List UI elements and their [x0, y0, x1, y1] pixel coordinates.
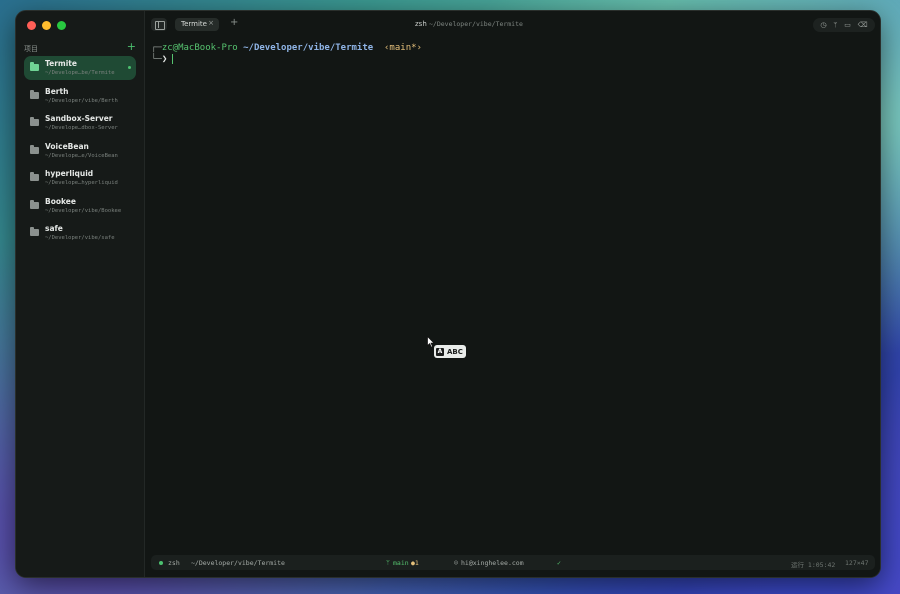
project-item-bookee[interactable]: Bookee ~/Developer/vibe/Bookee — [24, 194, 136, 218]
folder-icon — [30, 144, 39, 154]
projects-label: 项目 — [24, 45, 38, 53]
title-path: ~/Developer/vibe/Termite — [429, 20, 523, 28]
projects-header: 项目 + — [24, 40, 136, 55]
project-path: ~/Developer/vibe/safe — [45, 235, 115, 241]
tab-close-icon[interactable]: × — [208, 19, 214, 27]
folder-icon — [30, 89, 39, 99]
git-branch-icon: ᛘ — [386, 559, 390, 567]
status-bar: zsh ~/Developer/vibe/Termite ᛘ main ●1 ☺… — [151, 555, 875, 570]
text-cursor — [172, 54, 174, 64]
window-title: zsh ~/Developer/vibe/Termite — [415, 20, 523, 28]
session-status-dot — [159, 560, 163, 565]
status-user: hi@xinghelee.com — [461, 559, 524, 567]
project-path: ~/Develope…hyperliquid — [45, 180, 118, 186]
project-path: ~/Developer/vibe/Bookee — [45, 207, 122, 214]
input-method-label: ABC — [447, 347, 463, 356]
prompt-line-2: └─❯ — [151, 54, 422, 66]
project-name: Berth — [45, 86, 69, 96]
project-name: VoiceBean — [45, 141, 89, 151]
window-controls — [27, 21, 66, 30]
tab-label: Termite — [181, 20, 207, 28]
project-path: ~/Developer/vibe/Berth — [45, 97, 118, 104]
app-window: 项目 + Termite ~/Develope…be/Termite Berth… — [15, 10, 881, 578]
minimize-window-button[interactable] — [42, 21, 51, 30]
prompt-git-branch: ‹main*› — [384, 43, 422, 53]
project-item-berth[interactable]: Berth ~/Developer/vibe/Berth — [24, 84, 136, 108]
project-item-safe[interactable]: safe ~/Developer/vibe/safe — [24, 221, 136, 245]
project-name: hyperliquid — [45, 169, 94, 178]
folder-icon — [30, 62, 39, 71]
add-project-button[interactable]: + — [127, 40, 136, 53]
project-name: Sandbox-Server — [45, 114, 113, 123]
project-path: ~/Develope…be/Termite — [45, 70, 115, 76]
status-path[interactable]: ~/Developer/vibe/Termite — [191, 559, 285, 567]
folder-icon — [30, 199, 39, 209]
user-icon: ☺ — [454, 559, 458, 567]
project-item-termite[interactable]: Termite ~/Develope…be/Termite — [24, 56, 136, 80]
toolbar-actions: ◷ ᛘ ▭ ⌫ — [813, 18, 875, 32]
status-terminal-size: 127×47 — [845, 559, 869, 567]
prompt-arrow: ❯ — [161, 54, 168, 65]
project-item-sandbox-server[interactable]: Sandbox-Server ~/Develope…dbox-Server — [24, 111, 136, 135]
prompt-frame-bottom: └─ — [151, 54, 162, 65]
project-name: Bookee — [45, 196, 76, 206]
status-uptime: 运行 1:05:42 — [791, 561, 836, 569]
folder-icon — [30, 172, 39, 181]
terminal-pane: Termite × + zsh ~/Developer/vibe/Termite… — [145, 11, 880, 577]
folder-icon[interactable]: ▭ — [844, 21, 851, 29]
check-icon: ✓ — [557, 559, 561, 567]
project-name: Termite — [45, 59, 77, 68]
project-name: safe — [45, 224, 63, 233]
prompt-line-1: ┌─zc@MacBook-Pro ~/Developer/vibe/Termit… — [151, 43, 422, 54]
folder-icon — [30, 117, 39, 126]
project-item-hyperliquid[interactable]: hyperliquid ~/Develope…hyperliquid — [24, 166, 136, 190]
project-list: Termite ~/Develope…be/Termite Berth ~/De… — [24, 56, 136, 249]
project-path: ~/Develope…dbox-Server — [45, 125, 118, 131]
toolbar: Termite × + zsh ~/Developer/vibe/Termite… — [145, 11, 880, 39]
active-indicator-dot — [128, 66, 131, 69]
zoom-window-button[interactable] — [57, 21, 66, 30]
sidebar-toggle-icon[interactable] — [151, 18, 167, 31]
input-method-icon: A — [436, 347, 444, 356]
history-icon[interactable]: ◷ — [820, 21, 826, 29]
sidebar: 项目 + Termite ~/Develope…be/Termite Berth… — [16, 11, 145, 577]
prompt-cwd: ~/Developer/vibe/Termite — [243, 43, 374, 53]
project-path: ~/Develope…e/VoiceBean — [45, 152, 118, 159]
terminal-output[interactable]: ┌─zc@MacBook-Pro ~/Developer/vibe/Termit… — [151, 43, 422, 66]
status-shell: zsh — [168, 559, 180, 567]
status-git-branch[interactable]: main — [393, 559, 409, 567]
input-method-indicator: A ABC — [434, 345, 466, 358]
tab-termite[interactable]: Termite × — [175, 18, 219, 31]
prompt-user-host: zc@MacBook-Pro — [161, 43, 238, 53]
trash-icon[interactable]: ⌫ — [858, 21, 868, 29]
prompt-frame-top: ┌─ — [151, 43, 162, 53]
folder-icon — [30, 227, 39, 236]
project-item-voicebean[interactable]: VoiceBean ~/Develope…e/VoiceBean — [24, 139, 136, 163]
status-git-changes: ●1 — [411, 559, 419, 567]
title-shell: zsh — [415, 20, 427, 28]
close-window-button[interactable] — [27, 21, 36, 30]
new-tab-button[interactable]: + — [230, 17, 238, 28]
branch-icon[interactable]: ᛘ — [833, 21, 837, 29]
